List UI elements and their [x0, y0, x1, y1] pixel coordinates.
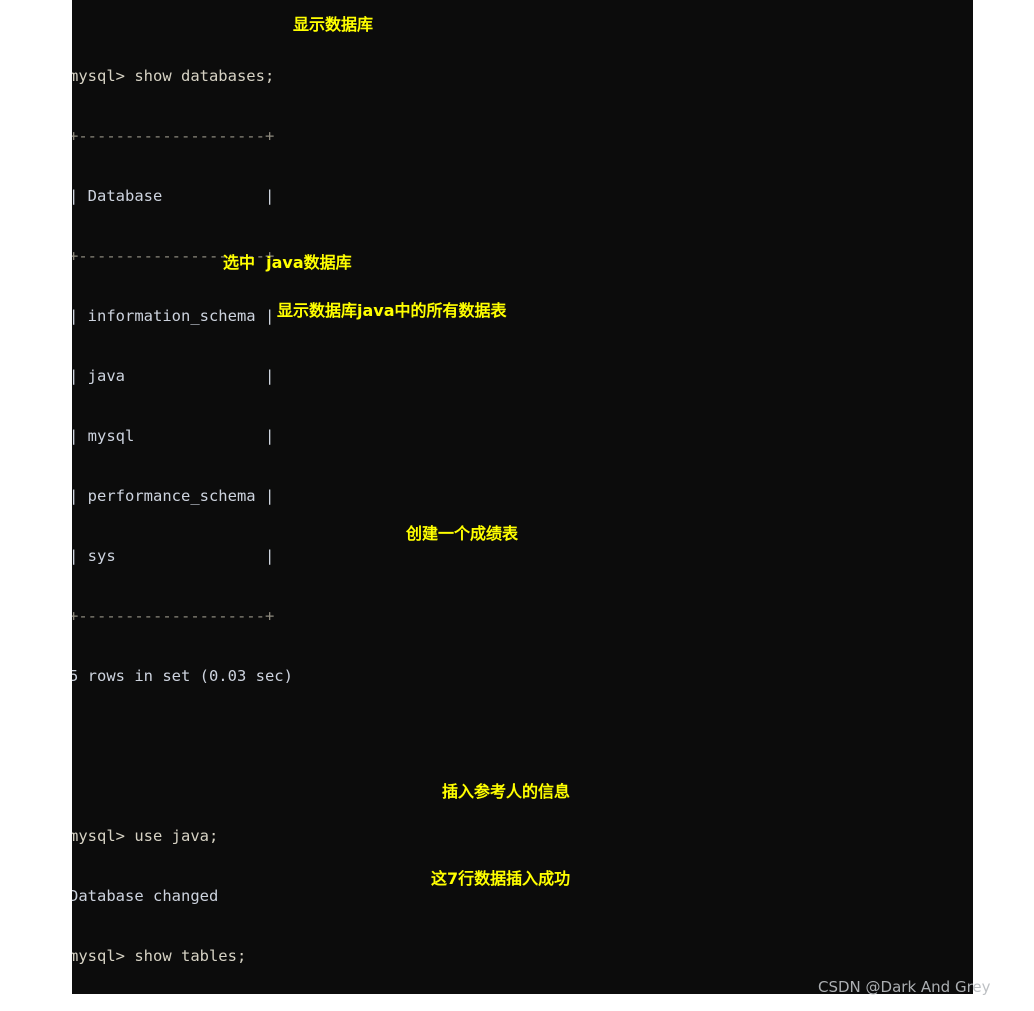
annotation-create-table: 创建一个成绩表	[406, 524, 519, 543]
csdn-watermark: CSDN @Dark And Grey	[818, 978, 991, 996]
annotation-use-java: 选中 java数据库	[223, 253, 352, 272]
terminal-window[interactable]: mysql> show databases; +----------------…	[72, 0, 973, 994]
databases-row-count: 5 rows in set (0.03 sec)	[72, 667, 293, 685]
command-show-databases: mysql> show databases;	[72, 67, 275, 85]
console-output[interactable]: mysql> show databases; +----------------…	[72, 6, 973, 994]
console-line: | Database |	[72, 187, 275, 205]
console-line: | mysql |	[72, 427, 275, 445]
database-changed-message: Database changed	[72, 887, 219, 905]
console-line: | sys |	[72, 547, 275, 565]
console-line: +--------------------+	[72, 127, 275, 145]
command-show-tables: mysql> show tables;	[72, 947, 247, 965]
command-use-java: mysql> use java;	[72, 827, 219, 845]
annotation-show-databases: 显示数据库	[293, 15, 374, 34]
console-line: | performance_schema |	[72, 487, 275, 505]
console-line: +--------------------+	[72, 607, 275, 625]
annotation-show-tables: 显示数据库java中的所有数据表	[277, 301, 507, 320]
console-line: | java |	[72, 367, 275, 385]
console-line: mysql> show tables;	[72, 946, 973, 966]
console-line: 5 rows in set (0.03 sec)	[72, 666, 973, 686]
console-line: +--------------------+	[72, 247, 275, 265]
annotation-insert-success: 这7行数据插入成功	[431, 869, 571, 888]
console-line: Database changed	[72, 886, 973, 906]
console-line: mysql> use java;	[72, 826, 973, 846]
console-line: mysql> show databases;	[72, 66, 973, 86]
annotation-insert-rows: 插入参考人的信息	[442, 782, 571, 801]
console-line: | information_schema |	[72, 307, 275, 325]
